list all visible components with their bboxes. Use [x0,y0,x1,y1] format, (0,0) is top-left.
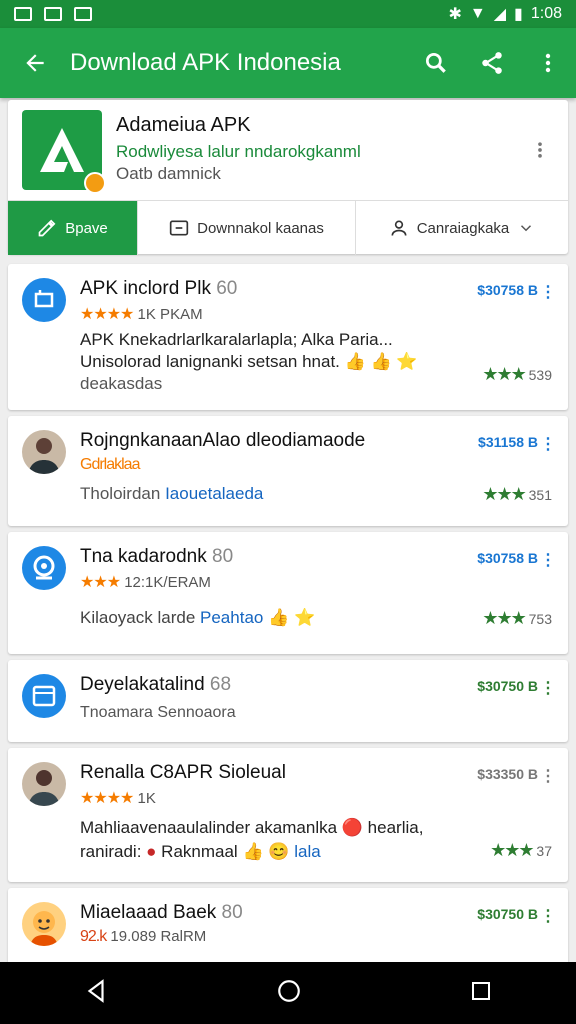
item-title: Renalla C8APR Sioleual [80,762,286,783]
window-icon [32,685,56,707]
overflow-menu-button[interactable] [520,51,576,75]
item-title: Deyelakatalind 68 [80,674,232,695]
avatar [22,762,66,806]
item-rating: ★★★ 753 [482,608,552,628]
app-developer: Oatb damnick [116,164,221,183]
star-rating: ★★★★ [80,306,134,323]
item-more-button[interactable]: ⋮ [540,434,556,454]
item-more-button[interactable]: ⋮ [540,766,556,786]
circle-home-icon [278,979,300,1002]
item-more-button[interactable]: ⋮ [540,282,556,302]
clock: 1:08 [530,5,562,22]
item-price: $33350 B [477,766,538,782]
notification-icon [44,7,62,21]
item-price: $30758 B [477,282,538,298]
bluetooth-icon: ✱ [448,6,462,23]
tab-label: Bpave [65,219,108,237]
download-box-icon [169,220,189,236]
chevron-down-icon [521,225,532,232]
notification-icon [74,7,92,21]
badge-icon [84,172,106,194]
list-item[interactable]: Tna kadarodnk 80 ★★★ 12:1K/ERAM Kilaoyac… [8,532,568,654]
avatar [22,902,66,946]
back-button[interactable] [0,50,70,76]
list-item[interactable]: APK inclord Plk 60 ★★★★ 1K PKAM APK Knek… [8,264,568,410]
search-button[interactable] [408,50,464,76]
user-icon [391,220,407,236]
item-title: APK inclord Plk 60 [80,278,238,299]
tab-save[interactable]: Bpave [8,201,138,255]
square-recents-icon [471,981,490,1000]
item-meta: ★★★ 12:1K/ERAM [80,574,211,591]
page-title: Download APK Indonesia [70,49,341,76]
notification-icon [14,7,32,21]
package-icon [34,290,54,308]
app-header-card: Adameiua APK Rodwliyesa lalur nndarokgka… [8,100,568,255]
tab-label: Canraiagkaka [416,219,510,237]
tab-label: Downnakol kaanas [197,219,324,237]
wifi-icon: ▼ [469,5,486,22]
signal-icon: ◢ [493,6,507,23]
person-photo-icon [28,770,60,806]
nav-home-button[interactable] [276,978,302,1009]
item-more-button[interactable]: ⋮ [540,678,556,698]
item-description: deakasdas [80,374,163,393]
app-name: Adameiua APK [116,114,251,136]
item-price: $30750 B [477,906,538,922]
item-description: Kilaoyack larde Peahtao 👍 ⭐ [80,608,316,627]
list-item[interactable]: RojngnkanaanAlao dleodiamaode Gdrlaklaa … [8,416,568,526]
system-nav-bar [0,962,576,1024]
item-more-button[interactable]: ⋮ [540,906,556,926]
app-icon [22,674,66,718]
more-vert-icon [545,53,551,73]
item-description: raniradi: ● Raknmaal 👍 😊 lala [80,842,321,861]
item-price: $30758 B [477,550,538,566]
app-logo [22,110,106,194]
item-meta: Gdrlaklaa [80,456,140,473]
share-button[interactable] [464,50,520,76]
item-rating: ★★★ 351 [482,484,552,504]
tab-category[interactable]: Canraiagkaka [356,201,568,255]
app-subtitle: Rodwliyesa lalur nndarokgkanml [116,142,361,161]
app-icon [22,546,66,590]
nav-back-button[interactable] [83,978,109,1009]
robot-icon [33,555,55,580]
item-title: Tna kadarodnk 80 [80,546,234,567]
list-item[interactable]: Miaelaaad Baek 80 92.k 19.089 RalRM $307… [8,888,568,968]
battery-icon: ▮ [514,6,523,23]
item-rating: ★★★ 539 [482,364,552,384]
item-description: Tholoirdan Iaouetalaeda [80,484,264,503]
status-bar: ✱ ▼ ◢ ▮ 1:08 [0,0,576,28]
avatar [22,430,66,474]
item-price: $30750 B [477,678,538,694]
share-icon [482,52,502,74]
list-item[interactable]: Renalla C8APR Sioleual ★★★★ 1K Mahliaave… [8,748,568,882]
pencil-icon [38,219,56,237]
item-title: Miaelaaad Baek 80 [80,902,243,923]
more-vert-icon [538,142,542,158]
item-meta: ★★★★ 1K PKAM [80,306,203,323]
item-description: Mahliaavenaaulalinder akamanlka 🔴 hearli… [80,818,424,837]
cartoon-avatar-icon [30,911,58,946]
item-price: $31158 B [478,434,538,450]
list-item[interactable]: Deyelakatalind 68 Tnoamara Sennoaora $30… [8,660,568,742]
item-title: RojngnkanaanAlao dleodiamaode [80,430,366,451]
header-more-button[interactable] [530,138,550,167]
item-more-button[interactable]: ⋮ [540,550,556,570]
tab-download[interactable]: Downnakol kaanas [138,201,356,255]
person-photo-icon [28,438,60,474]
tab-bar: Bpave Downnakol kaanas Canraiagkaka [8,200,568,255]
item-description: APK Knekadrlarlkaralarlapla; Alka Paria.… [80,330,393,349]
item-meta: Tnoamara Sennoaora [80,704,236,721]
arrow-back-icon [26,54,44,72]
app-bar: Download APK Indonesia [0,28,576,98]
nav-recents-button[interactable] [469,979,493,1008]
item-description: Unisolorad lanignanki setsan hnat. 👍 👍 ⭐ [80,352,418,371]
search-icon [425,52,446,73]
item-rating: ★★★ 37 [490,840,552,860]
item-meta: 92.k 19.089 RalRM [80,928,207,945]
app-icon [22,278,66,322]
triangle-back-icon [88,978,104,1003]
item-meta: ★★★★ 1K [80,790,156,807]
